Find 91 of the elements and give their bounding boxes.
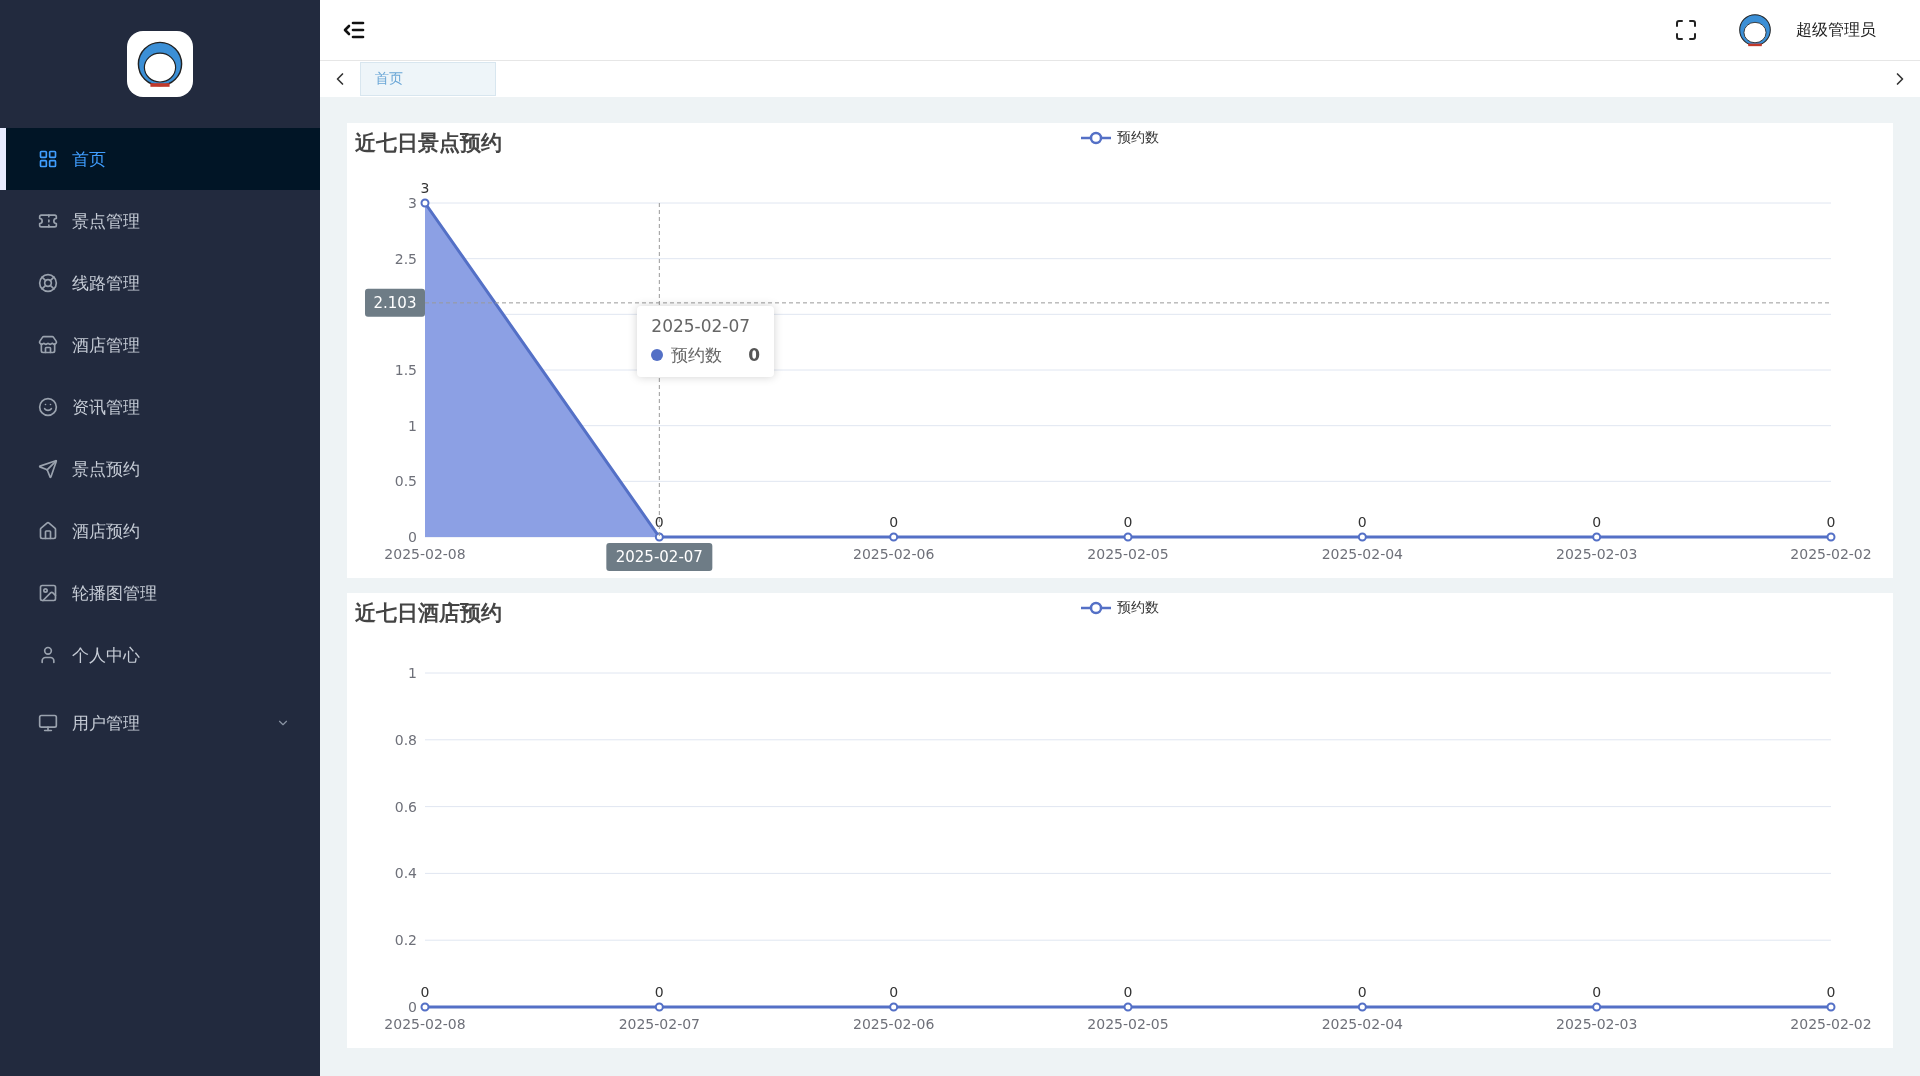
- axis-tick-label: 0: [408, 529, 417, 545]
- axis-tick-label: 2025-02-04: [1321, 1016, 1403, 1032]
- x-tick-label: 2025-02-07: [615, 548, 703, 566]
- sidebar-item[interactable]: 景点预约: [0, 438, 320, 500]
- data-label: 0: [1357, 984, 1367, 1000]
- data-point: [420, 198, 430, 208]
- axis-tick-label: 2025-02-02: [1790, 1016, 1872, 1032]
- data-label: 0: [654, 514, 664, 530]
- axis-tick-label: 0.2: [394, 932, 417, 949]
- avatar-icon: [136, 40, 184, 88]
- sidebar-item[interactable]: 酒店预约: [0, 500, 320, 562]
- axis-tick-label: 2025-02-05: [1087, 1016, 1169, 1032]
- sidebar-item[interactable]: 首页: [0, 128, 320, 190]
- paper-plane-icon: [38, 459, 58, 479]
- fullscreen-icon[interactable]: [1674, 18, 1698, 42]
- axis-tick-label: 0.5: [394, 473, 417, 490]
- axis-tick-label: 2025-02-07: [618, 1016, 700, 1032]
- grid-icon: [38, 149, 58, 169]
- data-label: 0: [1826, 514, 1836, 530]
- axis-tick-label: 1: [408, 417, 417, 434]
- image-icon: [38, 583, 58, 603]
- data-label: 0: [1123, 984, 1133, 1000]
- data-label: 0: [889, 984, 899, 1000]
- axis-tick-label: 3: [408, 195, 417, 211]
- axis-tick-label: 2025-02-06: [853, 546, 935, 562]
- data-point: [420, 1002, 430, 1012]
- house-icon: [38, 521, 58, 541]
- tooltip-series: 预约数: [671, 343, 723, 367]
- chart-title: 近七日景点预约: [355, 130, 502, 157]
- axis-tick-label: 0: [408, 999, 417, 1015]
- monitor-icon: [38, 713, 58, 733]
- data-label: 0: [1826, 984, 1836, 1000]
- sidebar-item[interactable]: 资讯管理: [0, 376, 320, 438]
- axis-tick-label: 1.5: [394, 362, 417, 378]
- axis-tick-label: 2025-02-08: [384, 1016, 466, 1032]
- ref-line-label: 2.103: [373, 293, 417, 312]
- sidebar-item[interactable]: 用户管理: [0, 692, 320, 754]
- data-point: [1592, 1002, 1602, 1012]
- axis-tick-label: 1: [408, 665, 417, 681]
- data-point: [1123, 532, 1133, 542]
- axis-tick-label: 2025-02-06: [853, 1016, 935, 1032]
- legend-marker-icon: [1081, 131, 1111, 145]
- legend-marker-icon: [1081, 601, 1111, 615]
- axis-tick-label: 0.4: [394, 865, 417, 882]
- data-label: 0: [1592, 984, 1602, 1000]
- sidebar-item[interactable]: 线路管理: [0, 252, 320, 314]
- sidebar-item[interactable]: 酒店管理: [0, 314, 320, 376]
- data-label: 0: [889, 514, 899, 530]
- axis-tick-label: 2025-02-02: [1790, 546, 1872, 562]
- axis-tick-label: 2.5: [394, 250, 417, 267]
- chart-legend[interactable]: 预约数: [1081, 129, 1159, 147]
- data-point: [1826, 532, 1836, 542]
- data-label: 0: [420, 984, 430, 1000]
- sidebar-item[interactable]: 景点管理: [0, 190, 320, 252]
- axis-tick-label: 2025-02-03: [1556, 546, 1638, 562]
- sidebar-item[interactable]: 轮播图管理: [0, 562, 320, 624]
- tooltip-value: 0: [748, 345, 761, 366]
- store-icon: [38, 335, 58, 355]
- axis-pointer-label: 2.103: [365, 288, 425, 317]
- data-label: 0: [1357, 514, 1367, 530]
- axis-tick-label: 2025-02-08: [384, 546, 466, 562]
- data-point: [1592, 532, 1602, 542]
- user-icon: [38, 645, 58, 665]
- series-dot: [651, 349, 664, 362]
- tooltip-title: 2025-02-07: [651, 315, 752, 336]
- data-point: [1357, 532, 1367, 542]
- sidebar-item[interactable]: 个人中心: [0, 624, 320, 686]
- chart-title: 近七日酒店预约: [355, 600, 502, 627]
- data-point: [1826, 1002, 1836, 1012]
- axis-pointer-label: 2025-02-07: [606, 543, 713, 571]
- avatar-icon: [1738, 13, 1772, 47]
- data-label: 0: [1592, 514, 1602, 530]
- data-point: [1357, 1002, 1367, 1012]
- chart-legend[interactable]: 预约数: [1081, 599, 1159, 617]
- axis-tick-label: 2025-02-05: [1087, 546, 1169, 562]
- ticket-icon: [38, 211, 58, 231]
- axis-tick-label: 0.8: [394, 731, 417, 748]
- lifebuoy-icon: [38, 273, 58, 293]
- axis-tick-label: 2025-02-03: [1556, 1016, 1638, 1032]
- axis-tick-label: 2025-02-04: [1321, 546, 1403, 562]
- data-label: 3: [420, 180, 430, 196]
- data-point: [889, 532, 899, 542]
- data-point: [654, 532, 664, 542]
- user-name[interactable]: 超级管理员: [1796, 19, 1876, 41]
- data-point: [889, 1002, 899, 1012]
- data-label: 0: [1123, 514, 1133, 530]
- data-point: [1123, 1002, 1133, 1012]
- smile-icon: [38, 397, 58, 417]
- data-point: [654, 1002, 664, 1012]
- data-label: 0: [654, 984, 664, 1000]
- axis-tick-label: 0.6: [394, 798, 417, 815]
